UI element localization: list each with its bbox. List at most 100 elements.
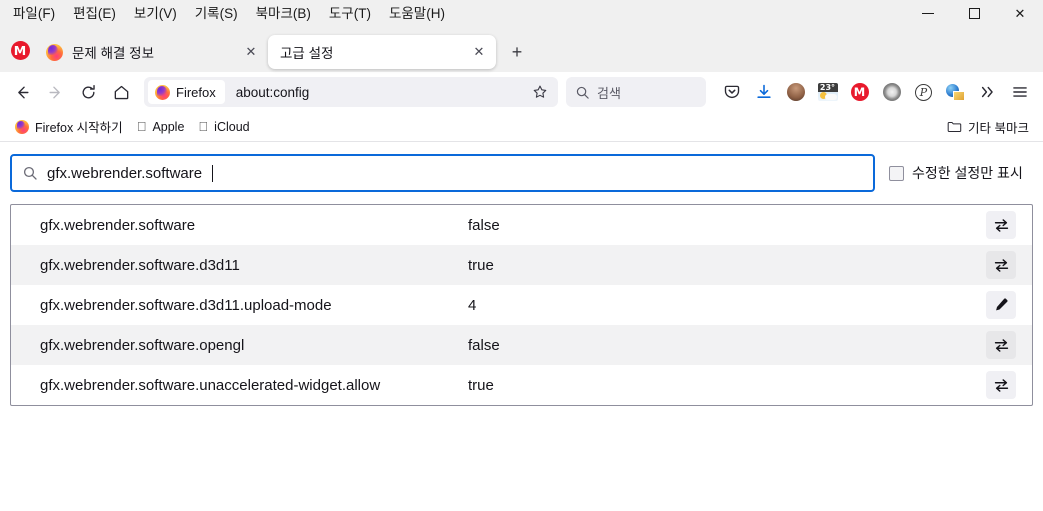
forward-button[interactable] — [39, 77, 72, 108]
bookmark-apple[interactable]:  Apple — [130, 117, 192, 137]
film-reel-extension-icon[interactable] — [876, 77, 907, 108]
home-icon — [114, 85, 129, 99]
filter-row: gfx.webrender.software 수정한 설정만 표시 — [10, 153, 1033, 193]
firefox-icon — [15, 119, 29, 134]
back-arrow-icon — [18, 85, 29, 99]
close-window-button[interactable]: ✕ — [997, 0, 1043, 27]
pocket-icon[interactable] — [716, 77, 747, 108]
reload-button[interactable] — [72, 77, 105, 108]
bookmark-star-icon[interactable] — [526, 79, 554, 105]
menu-edit[interactable]: 편집(E) — [64, 2, 125, 26]
tab-label: 문제 해결 정보 — [72, 46, 155, 61]
account-avatar[interactable] — [780, 77, 811, 108]
pref-value: false — [468, 216, 500, 234]
overflow-chevron-icon[interactable] — [972, 77, 1003, 108]
weather-extension-icon[interactable]: 23° — [812, 77, 843, 108]
tab-strip: M 문제 해결 정보 ✕ 고급 설정 ✕ + — [0, 27, 1043, 72]
url-bar[interactable]: Firefox about:config — [144, 77, 558, 107]
pref-action — [970, 211, 1032, 239]
url-identity-chip[interactable]: Firefox — [148, 80, 225, 104]
minimize-button[interactable] — [905, 0, 951, 27]
pinterest-extension-icon[interactable]: P — [908, 77, 939, 108]
pref-value: 4 — [468, 296, 477, 314]
new-tab-button[interactable]: + — [502, 37, 532, 67]
pref-action — [970, 331, 1032, 359]
menu-view[interactable]: 보기(V) — [125, 2, 186, 26]
bookmarks-bar: Firefox 시작하기  Apple  iCloud 기타 북마크 — [0, 112, 1043, 142]
bookmark-icloud[interactable]:  iCloud — [191, 117, 256, 137]
table-row[interactable]: gfx.webrender.software.d3d11 true — [11, 245, 1032, 285]
back-button[interactable] — [6, 77, 39, 108]
table-row[interactable]: gfx.webrender.software.d3d11.upload-mode… — [11, 285, 1032, 325]
search-placeholder: 검색 — [597, 85, 621, 101]
pref-name: gfx.webrender.software — [40, 216, 196, 234]
table-row[interactable]: gfx.webrender.software false — [11, 205, 1032, 245]
other-bookmarks-folder[interactable]: 기타 북마크 — [941, 114, 1035, 139]
about-config-page: gfx.webrender.software 수정한 설정만 표시 gfx.we… — [0, 143, 1043, 511]
pref-value: false — [468, 336, 500, 354]
search-icon — [23, 166, 37, 180]
image-tools-extension-icon[interactable] — [940, 77, 971, 108]
table-row[interactable]: gfx.webrender.software.opengl false — [11, 325, 1032, 365]
pref-name: gfx.webrender.software.d3d11.upload-mode — [40, 296, 332, 314]
minimize-icon — [922, 13, 934, 14]
show-modified-label: 수정한 설정만 표시 — [912, 165, 1023, 181]
gmail-icon: M — [10, 40, 30, 60]
toggle-icon[interactable] — [986, 251, 1016, 279]
menu-history[interactable]: 기록(S) — [186, 2, 247, 26]
edit-icon[interactable] — [986, 291, 1016, 319]
show-modified-checkbox-wrap[interactable]: 수정한 설정만 표시 — [889, 163, 1023, 183]
maximize-button[interactable] — [951, 0, 997, 27]
url-text[interactable]: about:config — [227, 85, 526, 100]
pref-value: true — [468, 376, 494, 394]
apple-icon:  — [137, 120, 147, 133]
navigation-toolbar: Firefox about:config 검색 23° M P — [0, 72, 1043, 112]
maximize-icon — [968, 8, 980, 19]
toggle-icon[interactable] — [986, 331, 1016, 359]
apple-icon:  — [198, 120, 208, 133]
close-icon: ✕ — [1014, 5, 1026, 21]
url-chip-label: Firefox — [176, 84, 216, 100]
gmail-extension-icon[interactable]: M — [844, 77, 875, 108]
downloads-icon[interactable] — [748, 77, 779, 108]
menu-bookmarks[interactable]: 북마크(B) — [247, 2, 320, 26]
browser-window: 파일(F) 편집(E) 보기(V) 기록(S) 북마크(B) 도구(T) 도움말… — [0, 0, 1043, 511]
pref-name: gfx.webrender.software.d3d11 — [40, 256, 240, 274]
tab-advanced-settings[interactable]: 고급 설정 ✕ — [268, 35, 496, 69]
pref-name: gfx.webrender.software.opengl — [40, 336, 245, 354]
menu-help[interactable]: 도움말(H) — [380, 2, 454, 26]
menu-file[interactable]: 파일(F) — [4, 2, 64, 26]
pref-action — [970, 291, 1032, 319]
toggle-icon[interactable] — [986, 211, 1016, 239]
show-modified-checkbox[interactable] — [889, 165, 904, 181]
window-controls: ✕ — [905, 0, 1043, 27]
tab-label: 고급 설정 — [280, 46, 334, 61]
forward-arrow-icon — [49, 85, 60, 99]
search-icon — [576, 86, 589, 99]
search-bar[interactable]: 검색 — [566, 77, 706, 107]
menu-tools[interactable]: 도구(T) — [320, 2, 380, 26]
close-tab-icon[interactable]: ✕ — [240, 41, 262, 63]
pref-value: true — [468, 256, 494, 274]
other-bookmarks-label: 기타 북마크 — [968, 121, 1029, 135]
pref-search-value: gfx.webrender.software — [47, 164, 203, 182]
firefox-icon — [46, 43, 63, 61]
reload-icon — [82, 84, 95, 98]
pref-search-field[interactable]: gfx.webrender.software — [10, 154, 875, 192]
menu-bar: 파일(F) 편집(E) 보기(V) 기록(S) 북마크(B) 도구(T) 도움말… — [0, 0, 1043, 27]
bookmark-label: Firefox 시작하기 — [35, 121, 123, 135]
toggle-icon[interactable] — [986, 371, 1016, 399]
bookmark-label: iCloud — [194, 119, 249, 134]
bookmark-label: Apple — [142, 119, 184, 134]
tab-strip-gmail-icon-button[interactable]: M — [6, 30, 34, 70]
bookmark-get-started[interactable]: Firefox 시작하기 — [8, 114, 130, 139]
table-row[interactable]: gfx.webrender.software.unaccelerated-wid… — [11, 365, 1032, 405]
pref-action — [970, 251, 1032, 279]
firefox-icon — [155, 84, 170, 100]
home-button[interactable] — [105, 77, 138, 108]
close-tab-icon[interactable]: ✕ — [468, 41, 490, 63]
tab-troubleshooting[interactable]: 문제 해결 정보 ✕ — [34, 35, 268, 69]
text-caret — [212, 164, 214, 182]
app-menu-icon[interactable] — [1004, 77, 1035, 108]
weather-temperature: 23° — [817, 83, 838, 92]
